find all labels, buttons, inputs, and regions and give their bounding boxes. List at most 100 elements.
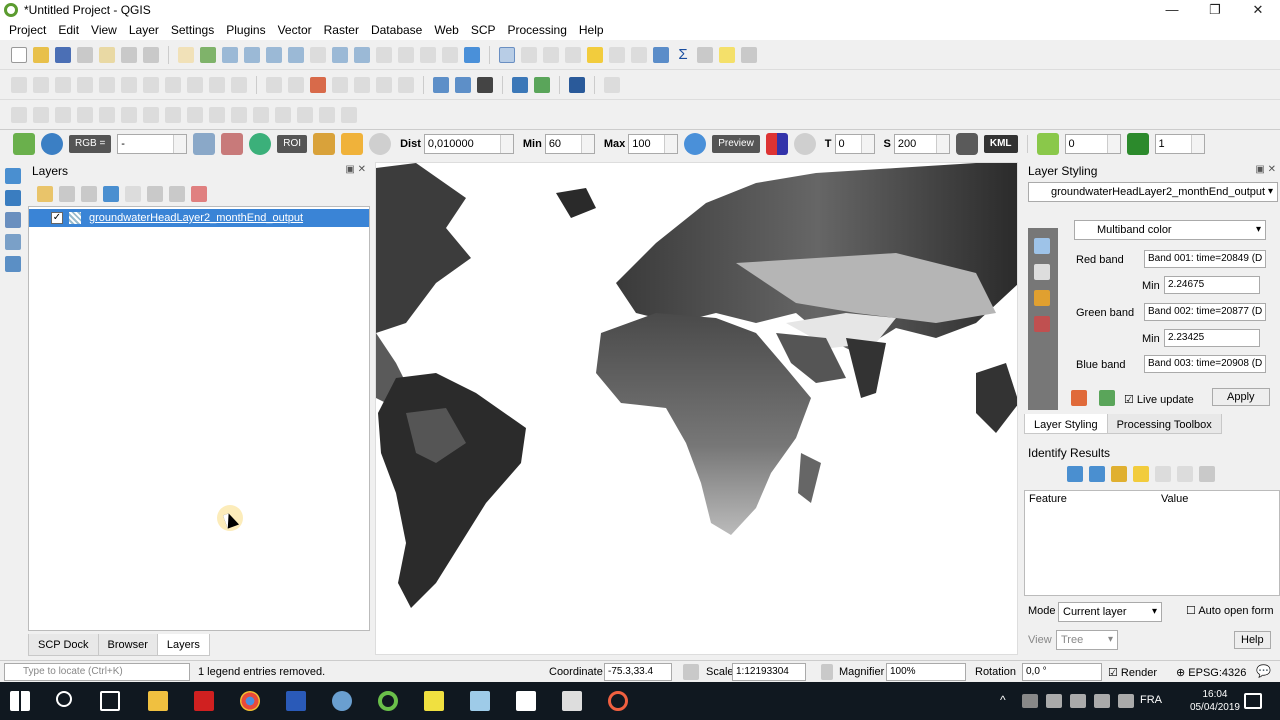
layout-manager-icon[interactable]: [121, 46, 137, 63]
blue-band-combo[interactable]: Band 003: time=20908 (D: [1144, 355, 1266, 373]
save-project-icon[interactable]: [55, 46, 71, 63]
zoom-out-icon[interactable]: [244, 46, 260, 63]
expand-new-icon[interactable]: [1111, 466, 1127, 482]
select-by-value-icon[interactable]: [565, 46, 581, 63]
save-as-icon[interactable]: [77, 46, 93, 63]
dist-input[interactable]: 0,010000: [423, 134, 514, 154]
help-button[interactable]: Help: [1234, 631, 1271, 649]
diagram-icon[interactable]: [310, 76, 326, 93]
histogram-icon[interactable]: [1034, 290, 1050, 306]
gis-app-icon[interactable]: [332, 691, 352, 711]
scp-trash-icon[interactable]: [955, 133, 978, 155]
attribute-table-icon[interactable]: [609, 46, 625, 63]
mode-combo[interactable]: Current layer: [1058, 602, 1162, 622]
scp-main-icon[interactable]: [13, 133, 35, 155]
scp-pointer-icon[interactable]: [455, 76, 471, 93]
green-band-combo[interactable]: Band 002: time=20877 (D: [1144, 303, 1266, 321]
windows-start-icon[interactable]: [10, 691, 30, 711]
add-delimited-text-icon[interactable]: [5, 212, 21, 228]
renderer-combo[interactable]: Multiband color: [1074, 220, 1266, 240]
scp-curve-icon[interactable]: [221, 133, 244, 155]
bookmark-icon[interactable]: [420, 46, 436, 63]
file-explorer-icon[interactable]: [148, 691, 168, 711]
clock[interactable]: 16:04 05/04/2019: [1190, 688, 1240, 714]
menu-settings[interactable]: Settings: [165, 23, 220, 37]
refresh-icon[interactable]: [464, 46, 480, 63]
maximize-button[interactable]: ❐: [1193, 0, 1237, 20]
copy-features-icon[interactable]: [165, 76, 181, 93]
simplify-icon[interactable]: [165, 106, 181, 123]
min-input[interactable]: 60: [544, 134, 595, 154]
text-annotation-icon[interactable]: [741, 46, 757, 63]
tray-network-icon[interactable]: [1022, 694, 1038, 708]
menu-view[interactable]: View: [85, 23, 123, 37]
cut-features-icon[interactable]: [143, 76, 159, 93]
preview-button[interactable]: Preview: [712, 135, 760, 153]
scp-next-band-icon[interactable]: [1126, 133, 1149, 155]
locator-input[interactable]: Type to locate (Ctrl+K): [4, 663, 190, 681]
roi-label[interactable]: ROI: [277, 135, 308, 153]
tab-scp-dock[interactable]: SCP Dock: [28, 634, 99, 656]
plugin-globe-icon[interactable]: [534, 76, 550, 93]
redo-icon[interactable]: [231, 76, 247, 93]
python-console-icon[interactable]: [512, 76, 528, 93]
georeferencer-icon[interactable]: [569, 76, 585, 93]
media-app-icon[interactable]: [608, 691, 628, 711]
add-raster-icon[interactable]: [5, 168, 21, 184]
filter-expression-icon[interactable]: [125, 186, 141, 202]
add-vector-icon[interactable]: [5, 190, 21, 206]
messages-icon[interactable]: 💬: [1256, 664, 1271, 678]
close-button[interactable]: ✕: [1236, 0, 1280, 20]
crosshair-icon[interactable]: [604, 76, 620, 93]
scale-combo[interactable]: 1:12193304: [732, 663, 806, 681]
manage-map-themes-icon[interactable]: [81, 186, 97, 202]
undo-icon[interactable]: [209, 76, 225, 93]
menu-project[interactable]: Project: [3, 23, 52, 37]
identify-icon[interactable]: [499, 46, 515, 63]
s-input[interactable]: 200: [893, 134, 950, 154]
zoom-native-icon[interactable]: [332, 46, 348, 63]
statistics-sigma-icon[interactable]: Σ: [675, 46, 691, 63]
zoom-in-icon[interactable]: [222, 46, 238, 63]
tab-processing-toolbox[interactable]: Processing Toolbox: [1106, 414, 1222, 434]
tray-battery-icon[interactable]: [1094, 694, 1110, 708]
zoom-last-icon[interactable]: [354, 46, 370, 63]
rotate-label-icon[interactable]: [376, 76, 392, 93]
add-wms-icon[interactable]: [5, 256, 21, 272]
zoom-to-layer-icon[interactable]: [310, 46, 326, 63]
map-tips-icon[interactable]: [719, 46, 735, 63]
band-input-2[interactable]: 1: [1154, 134, 1205, 154]
deselect-icon[interactable]: [587, 46, 603, 63]
redo-adv-icon[interactable]: [319, 106, 335, 123]
pan-icon[interactable]: [178, 46, 194, 63]
collapse-all-icon[interactable]: [169, 186, 185, 202]
new-map-view-icon[interactable]: [398, 46, 414, 63]
rotate-feature-icon[interactable]: [143, 106, 159, 123]
filter-legend-icon[interactable]: [103, 186, 119, 202]
red-min-input[interactable]: 2.24675: [1164, 276, 1260, 294]
delete-ring-icon[interactable]: [253, 106, 269, 123]
map-canvas[interactable]: [375, 162, 1018, 655]
col-value[interactable]: Value: [1161, 493, 1188, 505]
scp-roi-create-icon[interactable]: [313, 133, 336, 155]
topology-icon[interactable]: [33, 106, 49, 123]
copy-feature-icon[interactable]: [1155, 466, 1171, 482]
kml-button[interactable]: KML: [983, 135, 1018, 153]
undo-adv-icon[interactable]: [297, 106, 313, 123]
split-features-icon[interactable]: [99, 106, 115, 123]
magnifier-input[interactable]: 100%: [886, 663, 966, 681]
menu-edit[interactable]: Edit: [52, 23, 85, 37]
scp-stretch-icon[interactable]: [193, 133, 216, 155]
run-action-icon[interactable]: [521, 46, 537, 63]
symbology-icon[interactable]: [1034, 238, 1050, 254]
vertex-tool-icon[interactable]: [99, 76, 115, 93]
app-icon[interactable]: [470, 691, 490, 711]
lock-scale-icon[interactable]: [821, 664, 833, 680]
scp-zoom-extent-icon[interactable]: [41, 133, 63, 155]
current-edits-icon[interactable]: [11, 76, 27, 93]
rotation-input[interactable]: 0,0 °: [1022, 663, 1102, 681]
t-input[interactable]: 0: [834, 134, 875, 154]
panel-float-close-icon[interactable]: ▣ ✕: [345, 164, 366, 175]
menu-plugins[interactable]: Plugins: [220, 23, 271, 37]
zoom-full-icon[interactable]: [266, 46, 282, 63]
